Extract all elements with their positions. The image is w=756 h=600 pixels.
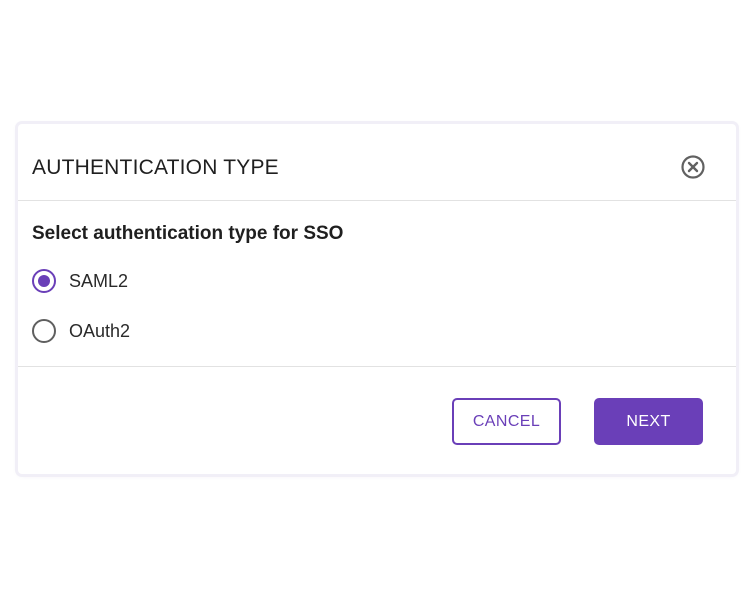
auth-type-prompt: Select authentication type for SSO <box>32 223 344 244</box>
dialog-header: AUTHENTICATION TYPE <box>18 124 736 201</box>
close-circle-icon <box>681 155 705 179</box>
oauth2-label: OAuth2 <box>69 320 131 341</box>
dialog-body: Select authentication type for SSO SAML2… <box>18 201 736 367</box>
saml2-label: SAML2 <box>69 270 129 291</box>
radio-selected-dot <box>38 275 50 287</box>
radio-option-oauth2[interactable]: OAuth2 <box>32 317 130 345</box>
dialog-title: AUTHENTICATION TYPE <box>32 156 279 179</box>
authentication-type-dialog: AUTHENTICATION TYPE Select authenticatio… <box>18 124 736 474</box>
close-button[interactable] <box>680 154 706 180</box>
saml2-radio[interactable] <box>32 269 56 293</box>
dialog-footer: CANCEL NEXT <box>18 367 736 474</box>
radio-option-saml2[interactable]: SAML2 <box>32 267 128 295</box>
oauth2-radio[interactable] <box>32 319 56 343</box>
next-button[interactable]: NEXT <box>594 398 703 445</box>
cancel-button[interactable]: CANCEL <box>452 398 561 445</box>
